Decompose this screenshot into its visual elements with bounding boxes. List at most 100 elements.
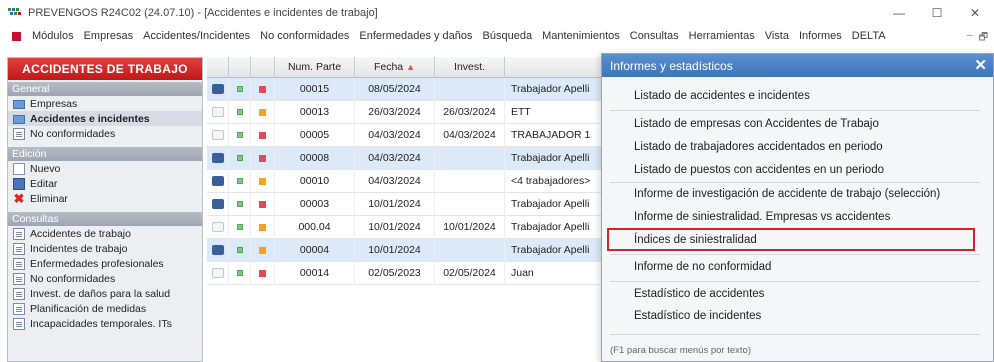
table-row[interactable]: 00013 26/03/2024 26/03/2024 ETT (207, 100, 607, 124)
row-fecha: 10/01/2024 (355, 238, 435, 262)
column-header-state[interactable] (229, 57, 251, 77)
row-trabajador: Trabajador Apelli (505, 77, 607, 101)
section-edicion[interactable]: Edición (8, 147, 202, 161)
table-row[interactable]: 00014 02/05/2023 02/05/2024 Juan (207, 261, 607, 285)
table-row[interactable]: 00008 04/03/2024 Trabajador Apelli (207, 146, 607, 170)
menu-separator (610, 110, 980, 111)
menu-item-listado-puestos[interactable]: Listado de puestos con accidentes en un … (634, 164, 884, 176)
row-type-cell (207, 261, 229, 285)
nav-item-accidentes[interactable]: Accidentes e incidentes (8, 111, 202, 126)
table-row[interactable]: 00005 04/03/2024 04/03/2024 TRABAJADOR 1 (207, 123, 607, 147)
row-state-cell (229, 123, 251, 147)
menu-item-informe-siniestralidad[interactable]: Informe de siniestralidad. Empresas vs a… (634, 211, 890, 223)
nav-item-editar[interactable]: Editar (8, 176, 202, 191)
column-header-trabajador[interactable] (505, 57, 607, 77)
status-green-icon (236, 109, 243, 115)
column-header-invest[interactable]: Invest. (435, 57, 505, 77)
menu-vista[interactable]: Vista (760, 30, 794, 42)
mdi-restore-button[interactable]: 🗗 (979, 30, 988, 47)
menu-enfermedades[interactable]: Enfermedades y daños (354, 30, 477, 42)
menu-informes[interactable]: Informes (794, 30, 847, 42)
maximize-button[interactable]: ☐ (918, 0, 956, 26)
status-green-icon (236, 178, 243, 184)
nav-item-consulta-enfermedades[interactable]: Enfermedades profesionales (8, 256, 202, 271)
menu-separator (610, 281, 980, 282)
nav-item-consulta-no-conformidades[interactable]: No conformidades (8, 271, 202, 286)
row-state-cell (229, 215, 251, 239)
menu-item-informe-investigacion[interactable]: Informe de investigación de accidente de… (634, 188, 940, 200)
menu-consultas[interactable]: Consultas (625, 30, 684, 42)
menu-herramientas[interactable]: Herramientas (684, 30, 760, 42)
edit-icon (13, 177, 25, 190)
table-row[interactable]: 00004 10/01/2024 Trabajador Apelli (207, 238, 607, 262)
severity-orange-icon (259, 177, 266, 185)
menu-item-listado-trabajadores[interactable]: Listado de trabajadores accidentados en … (634, 141, 883, 153)
menu-item-listado-accidentes[interactable]: Listado de accidentes e incidentes (634, 90, 810, 102)
row-state-cell (229, 238, 251, 262)
table-row[interactable]: 00010 04/03/2024 <4 trabajadores> (207, 169, 607, 193)
menu-item-indices-siniestralidad[interactable]: Índices de siniestralidad (634, 234, 757, 246)
row-invest (435, 77, 505, 101)
row-type-cell (207, 238, 229, 262)
nav-item-label: Invest. de daños para la salud (30, 287, 171, 300)
row-fecha: 04/03/2024 (355, 169, 435, 193)
row-severity-cell (251, 100, 275, 124)
minimize-button[interactable]: — (880, 0, 918, 26)
column-header-fecha[interactable]: Fecha ▲ (355, 57, 435, 77)
nav-item-label: Incidentes de trabajo (30, 242, 128, 255)
section-consultas[interactable]: Consultas (8, 212, 202, 226)
nav-item-eliminar[interactable]: ✖ Eliminar (8, 191, 202, 206)
row-invest (435, 238, 505, 262)
nav-item-consulta-its[interactable]: Incapacidades temporales. ITs (8, 316, 202, 331)
grid-body: 00015 08/05/2024 Trabajador Apelli 00013 26/… (207, 77, 607, 285)
menu-delta[interactable]: DELTA (847, 30, 891, 42)
table-row[interactable]: 00003 10/01/2024 Trabajador Apelli (207, 192, 607, 216)
delete-icon: ✖ (13, 190, 25, 206)
panel-title: ACCIDENTES DE TRABAJO (8, 58, 202, 80)
menu-item-estadistico-incidentes[interactable]: Estadístico de incidentes (634, 310, 761, 322)
mdi-minimize-button[interactable]: – (967, 30, 973, 47)
close-icon[interactable]: ✕ (974, 56, 987, 74)
nav-item-consulta-invest-danos[interactable]: Invest. de daños para la salud (8, 286, 202, 301)
table-row[interactable]: 000.04 10/01/2024 10/01/2024 Trabajador Ape… (207, 215, 607, 239)
menu-busqueda[interactable]: Búsqueda (478, 30, 538, 42)
menu-item-listado-empresas[interactable]: Listado de empresas con Accidentes de Tr… (634, 118, 879, 130)
menu-no-conformidades[interactable]: No conformidades (255, 30, 354, 42)
menu-separator (610, 334, 980, 335)
new-document-icon (13, 162, 25, 175)
row-type-cell (207, 215, 229, 239)
menu-accidentes[interactable]: Accidentes/Incidentes (138, 30, 255, 42)
row-num-parte: 00005 (275, 123, 355, 147)
table-row[interactable]: 00015 08/05/2024 Trabajador Apelli (207, 77, 607, 101)
column-header-fecha-label: Fecha (373, 61, 404, 73)
nav-item-consulta-planificacion[interactable]: Planificación de medidas (8, 301, 202, 316)
close-window-button[interactable]: ✕ (956, 0, 994, 26)
row-trabajador: TRABAJADOR 1 (505, 123, 607, 147)
row-invest (435, 169, 505, 193)
row-fecha: 04/03/2024 (355, 123, 435, 147)
nav-item-empresas[interactable]: Empresas (8, 96, 202, 111)
row-type-cell (207, 123, 229, 147)
module-indicator-icon (12, 31, 21, 41)
status-green-icon (236, 132, 243, 138)
menu-item-estadistico-accidentes[interactable]: Estadístico de accidentes (634, 288, 764, 300)
menu-item-informe-no-conformidad[interactable]: Informe de no conformidad (634, 261, 771, 273)
column-header-num-parte[interactable]: Num. Parte (275, 57, 355, 77)
menu-modulos[interactable]: Módulos (27, 30, 79, 42)
nav-item-nuevo[interactable]: Nuevo (8, 161, 202, 176)
row-invest: 10/01/2024 (435, 215, 505, 239)
menu-empresas[interactable]: Empresas (79, 30, 139, 42)
row-state-cell (229, 146, 251, 170)
status-green-icon (236, 201, 243, 207)
menu-separator (610, 182, 980, 183)
column-header-type[interactable] (207, 57, 229, 77)
nav-item-label: Planificación de medidas (30, 302, 147, 315)
menu-mantenimientos[interactable]: Mantenimientos (537, 30, 625, 42)
navigation-panel: ACCIDENTES DE TRABAJO General Empresas A… (7, 57, 203, 362)
nav-item-consulta-incidentes[interactable]: Incidentes de trabajo (8, 241, 202, 256)
column-header-severity[interactable] (251, 57, 275, 77)
nav-item-consulta-accidentes[interactable]: Accidentes de trabajo (8, 226, 202, 241)
nav-item-no-conformidades[interactable]: No conformidades (8, 126, 202, 141)
section-general[interactable]: General (8, 82, 202, 96)
report-icon (13, 127, 25, 140)
